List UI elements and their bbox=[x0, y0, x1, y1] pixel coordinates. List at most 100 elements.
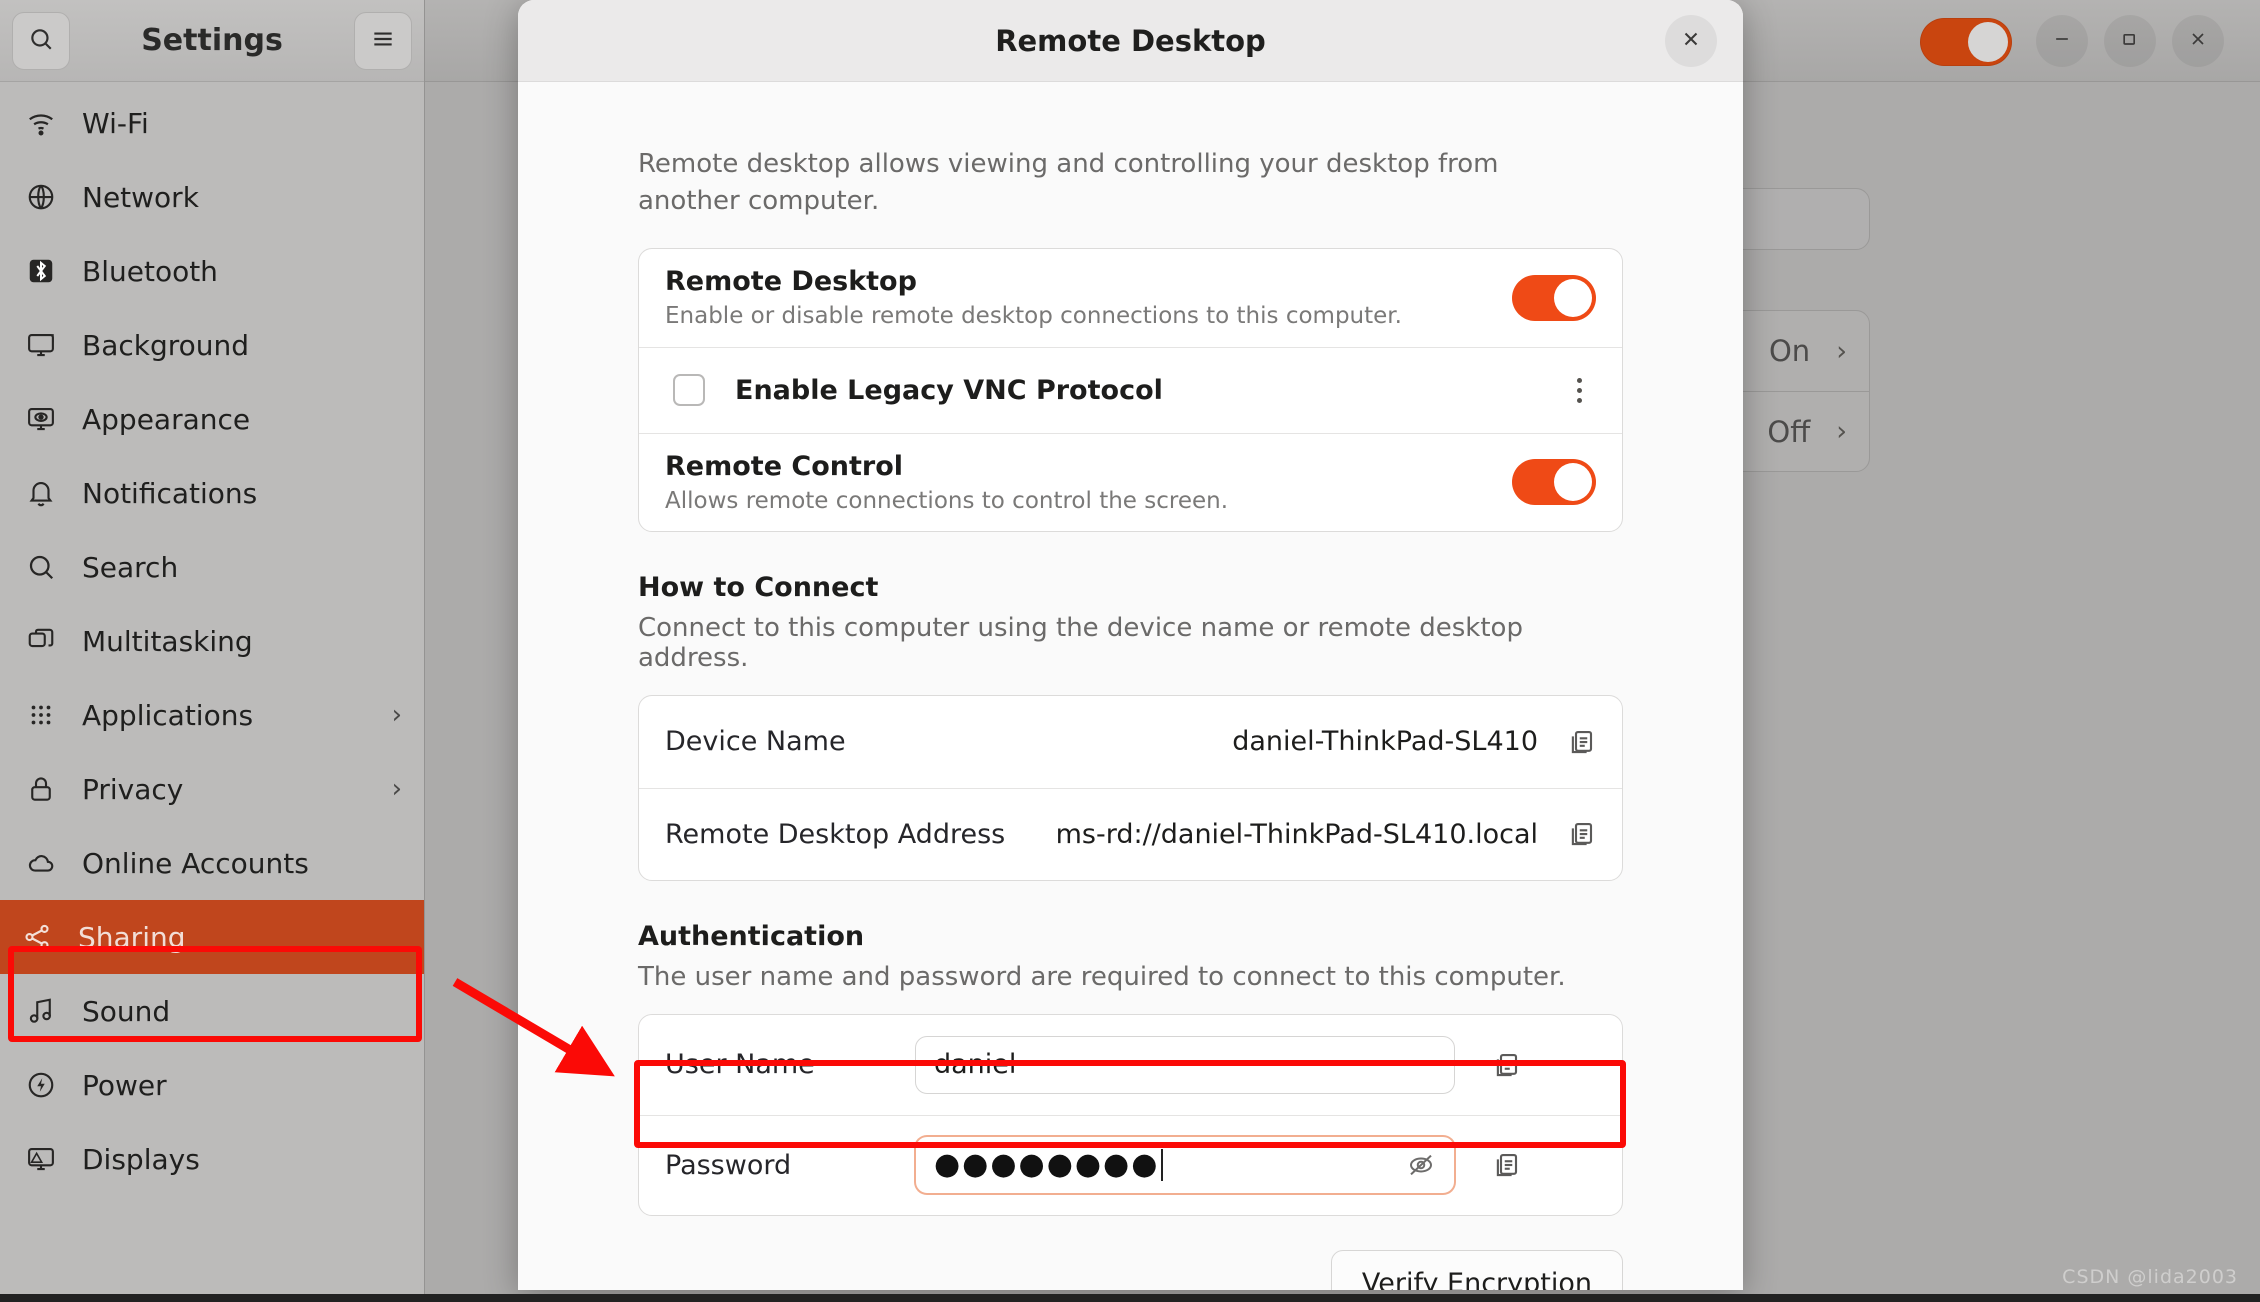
globe-icon bbox=[24, 180, 58, 214]
bluetooth-icon bbox=[24, 254, 58, 288]
cloud-icon bbox=[24, 846, 58, 880]
authentication-title: Authentication bbox=[638, 920, 865, 952]
sidebar-item-background[interactable]: Background bbox=[4, 308, 420, 382]
dialog-title: Remote Desktop bbox=[995, 23, 1266, 58]
grid-dots-icon bbox=[24, 698, 58, 732]
toggle-knob bbox=[1968, 22, 2008, 62]
sidebar-item-label: Wi-Fi bbox=[82, 106, 149, 140]
row-remote-desktop-address: Remote Desktop Address ms-rd://daniel-Th… bbox=[639, 787, 1622, 880]
sidebar-item-bluetooth[interactable]: Bluetooth bbox=[4, 234, 420, 308]
row-device-name: Device Name daniel-ThinkPad-SL410 bbox=[639, 696, 1622, 788]
user-name-value: daniel bbox=[934, 1049, 1017, 1081]
row-password: Password ●●●●●●●● bbox=[639, 1114, 1622, 1215]
sidebar-item-power[interactable]: Power bbox=[4, 1048, 420, 1122]
remote-desktop-dialog: Remote Desktop Remote desktop allows vie… bbox=[518, 0, 1743, 1290]
row-remote-desktop-subtitle: Enable or disable remote desktop connect… bbox=[665, 303, 1402, 330]
close-icon bbox=[2188, 29, 2208, 53]
sidebar-item-network[interactable]: Network bbox=[4, 160, 420, 234]
authentication-subtitle: The user name and password are required … bbox=[638, 961, 1566, 992]
user-name-label: User Name bbox=[665, 1049, 815, 1081]
sidebar-item-label: Displays bbox=[82, 1142, 200, 1176]
chevron-right-icon: › bbox=[391, 700, 402, 730]
copy-icon[interactable] bbox=[1491, 1050, 1521, 1080]
sidebar-item-multitasking[interactable]: Multitasking bbox=[4, 604, 420, 678]
row-remote-control-subtitle: Allows remote connections to control the… bbox=[665, 487, 1229, 514]
authentication-card: User Name daniel Password ●●●●●●●● bbox=[638, 1013, 1623, 1216]
sidebar-item-online-accounts[interactable]: Online Accounts bbox=[4, 826, 420, 900]
legacy-vnc-checkbox[interactable] bbox=[673, 374, 705, 407]
lock-icon bbox=[24, 772, 58, 806]
background-window-toggle[interactable] bbox=[1920, 18, 2012, 66]
bell-icon bbox=[24, 476, 58, 510]
toggle-knob bbox=[1554, 278, 1592, 317]
copy-icon[interactable] bbox=[1566, 819, 1596, 849]
sidebar-item-label: Appearance bbox=[82, 402, 251, 436]
row-remote-control: Remote Control Allows remote connections… bbox=[639, 432, 1622, 531]
kebab-menu-icon[interactable] bbox=[1563, 372, 1596, 409]
displays-icon bbox=[24, 1142, 58, 1176]
dialog-close-button[interactable] bbox=[1665, 15, 1717, 67]
remote-control-toggle[interactable] bbox=[1512, 459, 1596, 506]
sidebar-item-label: Background bbox=[82, 328, 250, 362]
page-title: Settings bbox=[141, 23, 283, 58]
sidebar-item-label: Notifications bbox=[82, 476, 258, 510]
verify-encryption-button[interactable]: Verify Encryption bbox=[1330, 1249, 1623, 1290]
kebab-dot bbox=[1577, 397, 1582, 403]
sidebar-item-appearance[interactable]: Appearance bbox=[4, 382, 420, 456]
sidebar-item-sound[interactable]: Sound bbox=[4, 974, 420, 1048]
maximize-button[interactable] bbox=[2104, 15, 2156, 67]
music-note-icon bbox=[24, 994, 58, 1028]
sidebar-item-privacy[interactable]: Privacy › bbox=[4, 752, 420, 826]
text-caret bbox=[1161, 1149, 1164, 1182]
password-value: ●●●●●●●● bbox=[934, 1147, 1160, 1183]
password-label: Password bbox=[665, 1149, 792, 1181]
chevron-right-icon: › bbox=[1836, 416, 1847, 447]
dialog-titlebar: Remote Desktop bbox=[518, 0, 1743, 82]
row-remote-desktop-title: Remote Desktop bbox=[665, 266, 917, 298]
copy-icon[interactable] bbox=[1491, 1150, 1521, 1180]
sidebar-list: Wi-Fi Network Bluetooth Background Appea… bbox=[0, 82, 424, 1196]
how-to-connect-subtitle: Connect to this computer using the devic… bbox=[638, 612, 1523, 673]
background-row-on-value: On bbox=[1768, 334, 1811, 368]
search-button[interactable] bbox=[12, 12, 70, 70]
sidebar-item-label: Sound bbox=[82, 994, 171, 1028]
kebab-dot bbox=[1577, 377, 1582, 383]
row-remote-control-texts: Remote Control Allows remote connections… bbox=[665, 451, 1512, 514]
device-name-value: daniel-ThinkPad-SL410 bbox=[1232, 726, 1538, 758]
share-nodes-icon bbox=[20, 920, 54, 954]
background-row-off-value: Off bbox=[1767, 414, 1811, 449]
password-input[interactable]: ●●●●●●●● bbox=[915, 1136, 1455, 1195]
watermark: CSDN @lida2003 bbox=[2062, 1266, 2238, 1288]
sidebar-item-search[interactable]: Search bbox=[4, 530, 420, 604]
sidebar-item-label: Online Accounts bbox=[82, 846, 309, 880]
monitor-icon bbox=[24, 328, 58, 362]
row-remote-control-title: Remote Control bbox=[665, 450, 904, 482]
chevron-right-icon: › bbox=[391, 774, 402, 804]
row-remote-desktop-texts: Remote Desktop Enable or disable remote … bbox=[665, 266, 1512, 329]
sidebar-item-sharing[interactable]: Sharing bbox=[0, 900, 424, 974]
eye-slash-icon[interactable] bbox=[1406, 1150, 1436, 1180]
device-name-label: Device Name bbox=[665, 726, 846, 758]
taskbar-strip bbox=[0, 1294, 2260, 1302]
sidebar-header: Settings bbox=[0, 0, 424, 82]
close-window-button[interactable] bbox=[2172, 15, 2224, 67]
sidebar-item-displays[interactable]: Displays bbox=[4, 1122, 420, 1196]
sidebar-item-notifications[interactable]: Notifications bbox=[4, 456, 420, 530]
search-icon bbox=[28, 26, 54, 56]
dialog-intro-text: Remote desktop allows viewing and contro… bbox=[638, 149, 1499, 216]
minimize-button[interactable] bbox=[2036, 15, 2088, 67]
sidebar-item-label: Search bbox=[82, 550, 179, 584]
user-name-input[interactable]: daniel bbox=[915, 1035, 1455, 1094]
chevron-right-icon: › bbox=[1836, 335, 1847, 367]
kebab-dot bbox=[1577, 387, 1582, 393]
sidebar-item-label: Network bbox=[82, 180, 199, 214]
close-icon bbox=[1680, 28, 1702, 54]
how-to-connect-title: How to Connect bbox=[638, 571, 879, 603]
remote-desktop-toggle[interactable] bbox=[1512, 274, 1596, 321]
row-remote-desktop: Remote Desktop Enable or disable remote … bbox=[639, 249, 1622, 347]
legacy-vnc-label: Enable Legacy VNC Protocol bbox=[735, 374, 1163, 406]
sidebar-item-applications[interactable]: Applications › bbox=[4, 678, 420, 752]
main-menu-button[interactable] bbox=[354, 12, 412, 70]
sidebar-item-wifi[interactable]: Wi-Fi bbox=[4, 86, 420, 160]
copy-icon[interactable] bbox=[1566, 727, 1596, 757]
